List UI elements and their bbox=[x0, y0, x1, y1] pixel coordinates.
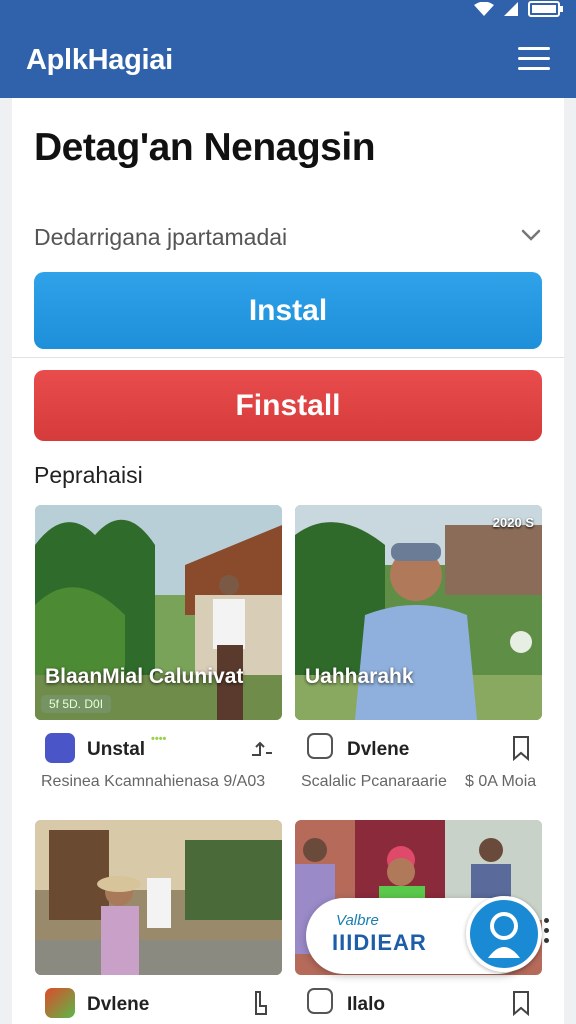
banner-line2: IIIDIEAR bbox=[332, 930, 427, 955]
app-name: Unstal bbox=[87, 739, 146, 760]
thumbnail-title: BlaanMial Calunivat bbox=[45, 665, 244, 688]
thumbnail-chip: 5f 5D. D0I bbox=[41, 695, 112, 713]
category-dropdown[interactable]: Dedarrigana jpartamadai bbox=[34, 212, 544, 258]
app-icon bbox=[307, 733, 333, 759]
app-name: Dvlene bbox=[87, 994, 150, 1015]
thumbnail-indicator bbox=[510, 631, 532, 653]
card-thumbnail bbox=[35, 820, 282, 975]
promo-banner[interactable]: Valbre IIIDIEAR bbox=[306, 896, 542, 974]
card-thumbnail: BlaanMial Calunivat 5f 5D. D0I bbox=[35, 505, 282, 720]
page-margin-left bbox=[0, 98, 12, 1024]
app-bar: AplkHagiai bbox=[0, 0, 576, 98]
card-thumbnail: Uahharahk 2020 S bbox=[295, 505, 542, 720]
banner-line1: Valbre bbox=[336, 912, 379, 929]
page-title: Detag'an Nenagsin bbox=[34, 126, 376, 169]
bookmark-icon[interactable] bbox=[506, 733, 536, 763]
app-card[interactable]: Dvlene bbox=[35, 820, 282, 1024]
thumbnail-date: 2020 S bbox=[492, 515, 534, 530]
page-margin-right bbox=[564, 98, 576, 1024]
card-row: Ilalo bbox=[295, 988, 542, 1024]
chevron-down-icon bbox=[521, 229, 541, 241]
bookmark-icon[interactable] bbox=[506, 988, 536, 1018]
section-label: Peprahaisi bbox=[34, 462, 143, 488]
app-icon bbox=[307, 988, 333, 1014]
thumbnail-title: Uahharahk bbox=[305, 665, 414, 688]
card-subtitle: Scalalic Pcanaraarie bbox=[301, 773, 447, 790]
hamburger-menu-icon[interactable] bbox=[518, 47, 550, 73]
app-card[interactable]: Uahharahk 2020 S Dvlene Scalalic Pcanara… bbox=[295, 505, 542, 795]
card-row: Unstal •••• bbox=[35, 733, 282, 769]
app-card[interactable]: BlaanMial Calunivat 5f 5D. D0I Unstal ••… bbox=[35, 505, 282, 795]
wifi-icon bbox=[474, 2, 494, 16]
app-title: AplkHagiai bbox=[26, 44, 173, 76]
battery-icon bbox=[528, 1, 563, 17]
card-row: Dvlene bbox=[295, 733, 542, 769]
gesture-icon[interactable] bbox=[246, 733, 276, 763]
card-row: Dvlene bbox=[35, 988, 282, 1024]
dropdown-label: Dedarrigana jpartamadai bbox=[34, 224, 288, 250]
app-name: Dvlene bbox=[347, 739, 410, 760]
more-options-icon[interactable] bbox=[541, 918, 551, 948]
card-price: $ 0A Moia bbox=[465, 773, 537, 790]
status-bar bbox=[474, 0, 564, 18]
divider bbox=[12, 357, 564, 358]
avatar-icon bbox=[466, 896, 542, 972]
hand-pointer-icon[interactable] bbox=[246, 988, 276, 1018]
finstall-button[interactable]: Finstall bbox=[34, 370, 542, 441]
app-icon bbox=[45, 988, 75, 1018]
app-icon bbox=[45, 733, 75, 763]
rating-badge: •••• bbox=[151, 733, 167, 745]
signal-icon bbox=[504, 2, 518, 16]
card-subtitle: Resinea Kcamnahienasa 9/A03 bbox=[41, 773, 266, 790]
install-button[interactable]: Instal bbox=[34, 272, 542, 349]
app-name: Ilalo bbox=[347, 994, 386, 1015]
